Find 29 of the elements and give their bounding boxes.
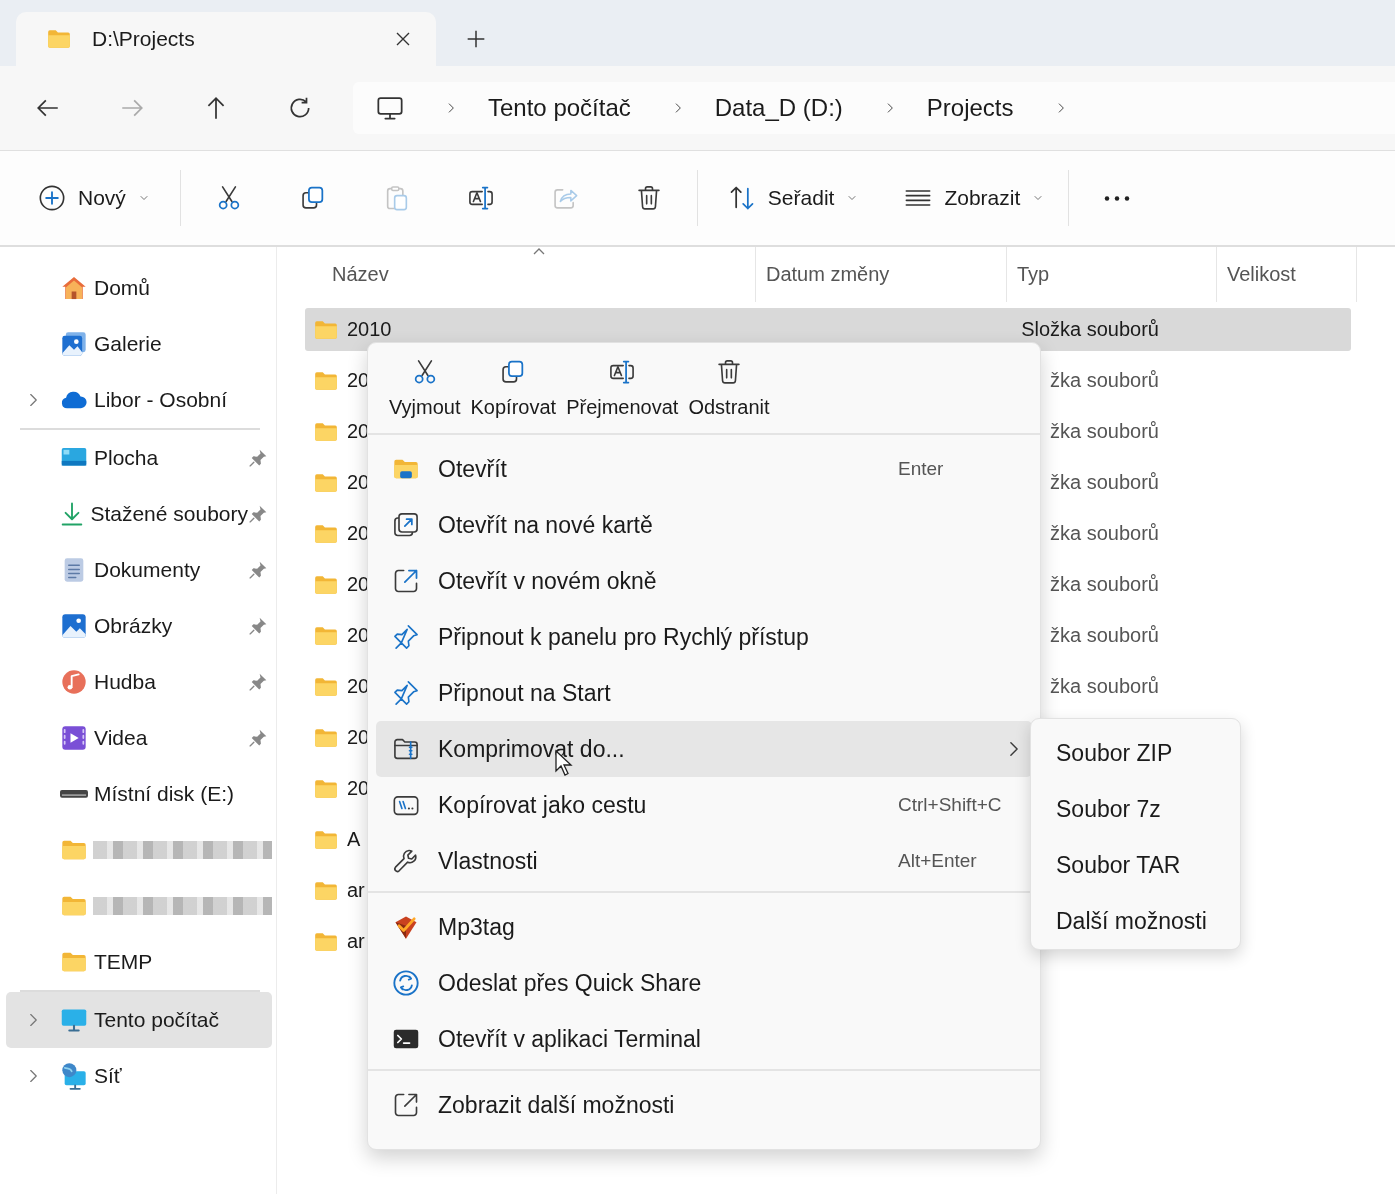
sidebar-label: Stažené soubory	[90, 502, 248, 526]
file-name: A	[347, 828, 361, 851]
file-type: žka souborů	[1050, 573, 1159, 595]
sidebar-label: Síť	[94, 1064, 122, 1088]
sidebar-label: Dokumenty	[94, 558, 201, 582]
file-type: žka souborů	[1050, 624, 1159, 646]
sidebar-label: Videa	[94, 726, 148, 750]
file-name: 2010	[347, 318, 392, 341]
file-name: ar	[347, 879, 365, 902]
sidebar-label: Tento počítač	[94, 1008, 219, 1032]
file-type: žka souborů	[1050, 420, 1159, 442]
sidebar-label: Hudba	[94, 670, 156, 694]
sidebar-label: Domů	[94, 276, 151, 300]
file-type: žka souborů	[1050, 522, 1159, 544]
sidebar-label: Obrázky	[94, 614, 173, 638]
sidebar-label: Plocha	[94, 446, 159, 470]
shortcut-text: Enter	[898, 458, 944, 480]
sidebar-label: Libor - Osobní	[94, 388, 228, 412]
file-name: ar	[347, 930, 365, 953]
sidebar-label: Místní disk (E:)	[94, 782, 235, 806]
shortcut-text: Alt+Enter	[898, 850, 977, 872]
file-type: žka souborů	[1050, 369, 1159, 391]
shortcut-text: Ctrl+Shift+C	[898, 794, 1002, 816]
tab-title: D:\Projects	[92, 27, 196, 51]
sidebar-label: TEMP	[94, 950, 153, 974]
sidebar-label: Galerie	[94, 332, 162, 356]
file-type: žka souborů	[1050, 471, 1159, 493]
file-type: žka souborů	[1050, 675, 1159, 697]
file-type: Složka souborů	[1021, 318, 1159, 340]
